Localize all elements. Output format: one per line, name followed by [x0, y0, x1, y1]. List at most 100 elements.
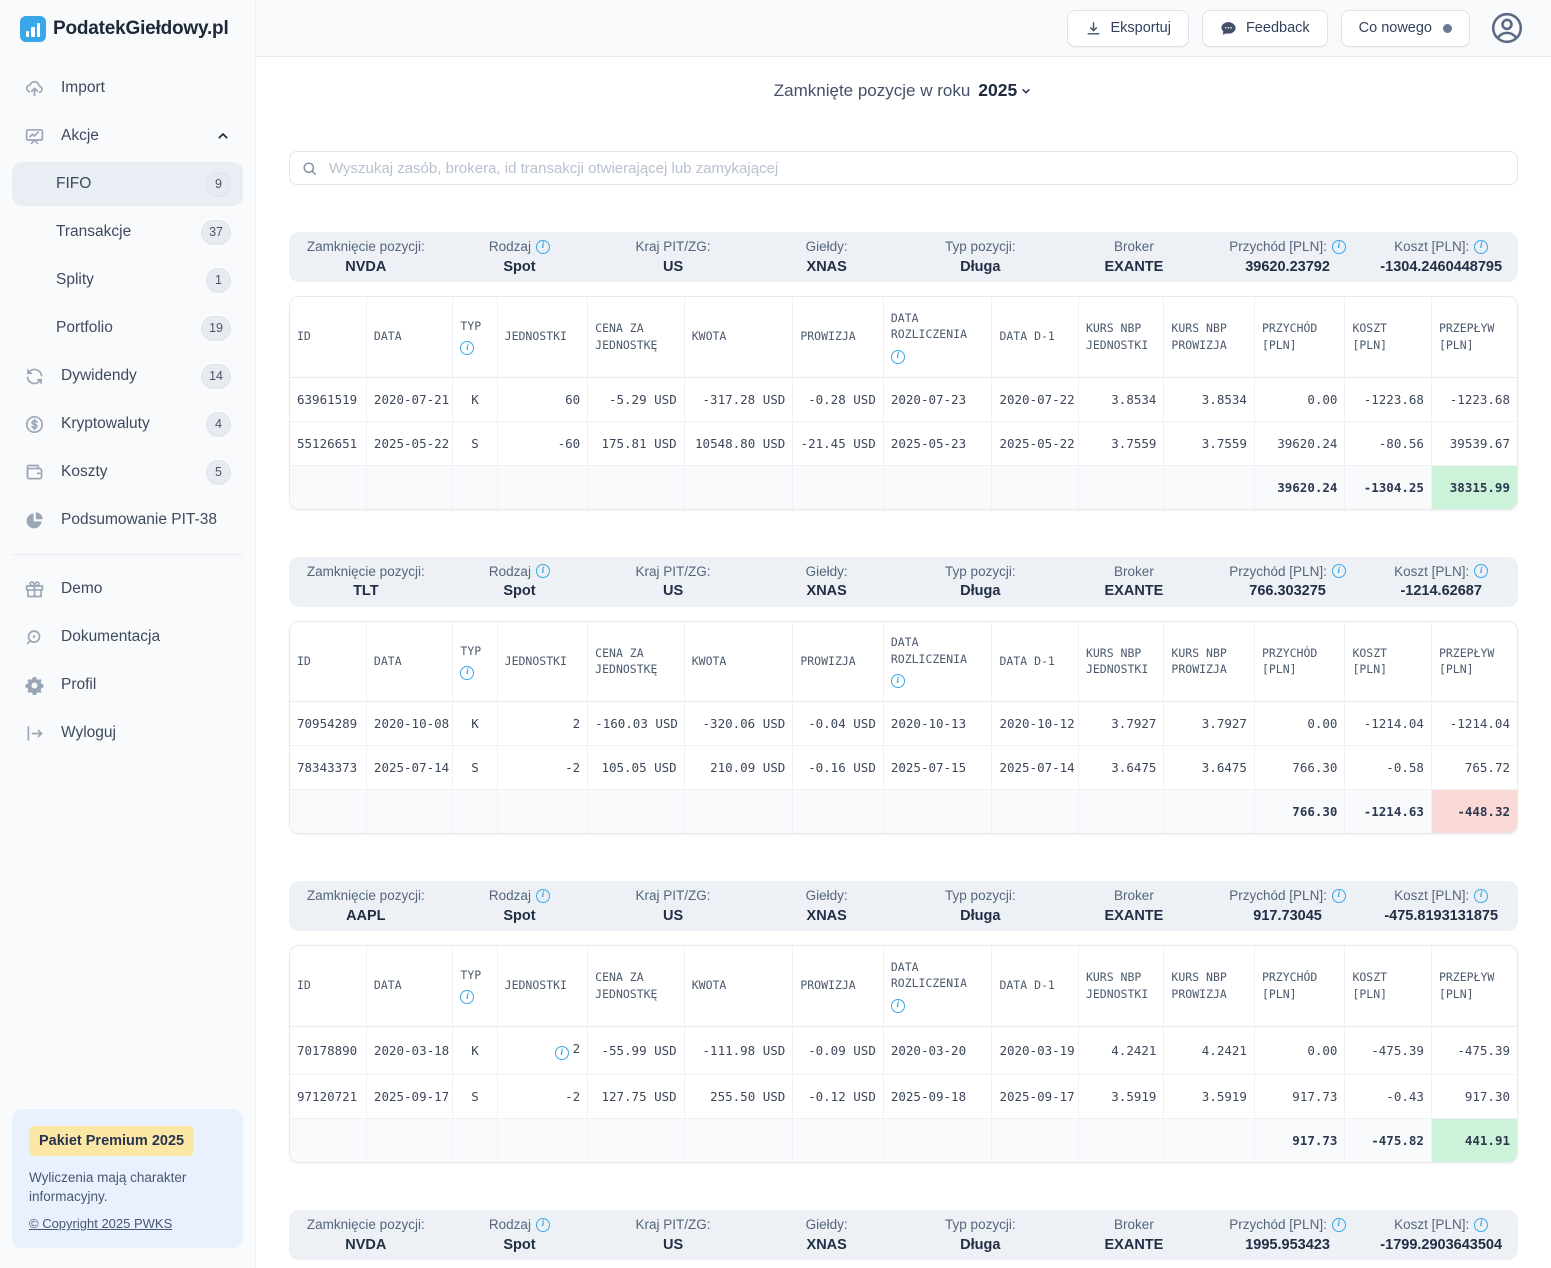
column-header: PROWIZJA	[793, 946, 884, 1026]
table-cell: -0.04 USD	[793, 702, 884, 746]
premium-badge: Pakiet Premium 2025	[29, 1126, 194, 1156]
column-header: KURS NBP JEDNOSTKI	[1078, 622, 1163, 702]
card-field-position-type: Typ pozycji: Długa	[904, 889, 1058, 923]
info-icon[interactable]: i	[891, 350, 905, 364]
field-value: Długa	[904, 260, 1058, 275]
table-cell: -320.06 USD	[684, 702, 793, 746]
chevron-up-icon	[215, 128, 231, 144]
field-value: AAPL	[289, 909, 443, 924]
table-cell: -55.99 USD	[588, 1026, 685, 1075]
download-icon	[1085, 20, 1102, 37]
totals-row: 917.73 -475.82 441.91	[290, 1119, 1517, 1163]
sidebar-item-demo[interactable]: Demo	[12, 567, 243, 611]
info-icon[interactable]: i	[536, 1218, 550, 1232]
count-badge: 9	[206, 172, 231, 197]
total-income: 917.73	[1254, 1119, 1345, 1163]
sidebar-item-akcje[interactable]: Akcje	[12, 114, 243, 158]
sidebar-item-label: FIFO	[56, 175, 190, 193]
sidebar-item-fifo[interactable]: FIFO 9	[12, 162, 243, 206]
info-icon[interactable]: i	[1332, 889, 1346, 903]
totals-row: 39620.24 -1304.25 38315.99	[290, 465, 1517, 509]
info-icon[interactable]: i	[891, 674, 905, 688]
app-logo[interactable]: PodatekGiełdowy.pl	[0, 0, 255, 64]
field-label: Przychód [PLN]:	[1229, 889, 1327, 903]
copyright-link[interactable]: © Copyright 2025 PWKS	[29, 1216, 172, 1231]
sidebar-item-kryptowaluty[interactable]: Kryptowaluty 4	[12, 402, 243, 446]
position-table: IDDATATYPiJEDNOSTKICENA ZA JEDNOSTKĘKWOT…	[289, 945, 1518, 1163]
logout-icon	[24, 723, 45, 744]
pie-chart-icon	[24, 510, 45, 531]
info-icon[interactable]: i	[460, 341, 474, 355]
sidebar-item-dywidendy[interactable]: Dywidendy 14	[12, 354, 243, 398]
info-icon[interactable]: i	[1474, 240, 1488, 254]
table-cell: 210.09 USD	[684, 746, 793, 790]
count-badge: 1	[206, 268, 231, 293]
search-input[interactable]	[327, 159, 1506, 178]
table-cell: 127.75 USD	[588, 1075, 685, 1119]
field-label: Typ pozycji:	[945, 1218, 1016, 1232]
sidebar-item-dokumentacja[interactable]: Dokumentacja	[12, 615, 243, 659]
search-bar	[289, 151, 1518, 185]
info-icon[interactable]: i	[460, 666, 474, 680]
column-header: PROWIZJA	[793, 297, 884, 377]
count-badge: 14	[201, 364, 231, 389]
chat-bubble-icon	[1220, 20, 1237, 37]
sidebar-item-label: Koszty	[61, 463, 190, 481]
year-dropdown[interactable]: 2025	[978, 80, 1033, 101]
sidebar-item-splity[interactable]: Splity 1	[12, 258, 243, 302]
field-label: Broker	[1114, 1218, 1154, 1232]
card-field-close: Zamknięcie pozycji: AAPL	[289, 889, 443, 923]
table-cell: -21.45 USD	[793, 421, 884, 465]
info-icon[interactable]: i	[1474, 889, 1488, 903]
info-icon[interactable]: i	[891, 999, 905, 1013]
info-icon[interactable]: i	[555, 1046, 569, 1060]
info-icon[interactable]: i	[460, 990, 474, 1004]
user-icon	[1489, 10, 1525, 46]
info-icon[interactable]: i	[1332, 1218, 1346, 1232]
table-cell: 766.30	[1254, 746, 1345, 790]
total-cost: -1214.63	[1345, 790, 1431, 834]
table-row: 709542892020-10-08K2-160.03 USD-320.06 U…	[290, 702, 1517, 746]
table-cell: S	[453, 421, 497, 465]
table-cell: 4.2421	[1078, 1026, 1163, 1075]
info-icon[interactable]: i	[536, 889, 550, 903]
info-icon[interactable]: i	[1474, 1218, 1488, 1232]
sidebar-item-portfolio[interactable]: Portfolio 19	[12, 306, 243, 350]
sidebar-item-import[interactable]: Import	[12, 66, 243, 110]
info-icon[interactable]: i	[1332, 564, 1346, 578]
table-header-row: IDDATATYPiJEDNOSTKICENA ZA JEDNOSTKĘKWOT…	[290, 297, 1517, 377]
main-area: Eksportuj Feedback Co nowego Zamknięte p…	[256, 0, 1551, 1268]
field-label: Rodzaj	[489, 240, 531, 254]
sidebar-item-podsumowanie-pit-38[interactable]: Podsumowanie PIT-38	[12, 498, 243, 542]
info-icon[interactable]: i	[1474, 564, 1488, 578]
table-cell: 78343373	[290, 746, 366, 790]
table-row: 701788902020-03-18Ki2-55.99 USD-111.98 U…	[290, 1026, 1517, 1075]
table-cell: -160.03 USD	[588, 702, 685, 746]
column-header: KURS NBP JEDNOSTKI	[1078, 297, 1163, 377]
info-icon[interactable]: i	[536, 240, 550, 254]
info-icon[interactable]: i	[536, 564, 550, 578]
feedback-button[interactable]: Feedback	[1202, 10, 1328, 47]
table-cell: -60	[497, 421, 588, 465]
field-value: -1214.62687	[1364, 584, 1518, 599]
sidebar-item-transakcje[interactable]: Transakcje 37	[12, 210, 243, 254]
card-field-broker: Broker EXANTE	[1057, 240, 1211, 274]
logo-bar-chart-icon	[20, 16, 46, 42]
table-cell: 63961519	[290, 377, 366, 421]
whats-new-button[interactable]: Co nowego	[1341, 10, 1470, 47]
field-value: US	[596, 1238, 750, 1253]
sidebar-item-profil[interactable]: Profil	[12, 663, 243, 707]
sidebar-nav: Import Akcje FIFO 9 Transakcje 37 Splity…	[0, 64, 255, 757]
field-value: EXANTE	[1057, 1238, 1211, 1253]
doc-search-icon	[24, 627, 45, 648]
export-button[interactable]: Eksportuj	[1067, 10, 1189, 47]
info-icon[interactable]: i	[1332, 240, 1346, 254]
user-avatar[interactable]	[1489, 10, 1525, 46]
sidebar-item-wyloguj[interactable]: Wyloguj	[12, 711, 243, 755]
sidebar-item-koszty[interactable]: Koszty 5	[12, 450, 243, 494]
page-title: Zamknięte pozycje w roku 2025	[289, 80, 1518, 101]
field-label: Typ pozycji:	[945, 240, 1016, 254]
field-label: Zamknięcie pozycji:	[307, 240, 425, 254]
field-value: Spot	[443, 909, 597, 924]
field-label: Przychód [PLN]:	[1229, 240, 1327, 254]
